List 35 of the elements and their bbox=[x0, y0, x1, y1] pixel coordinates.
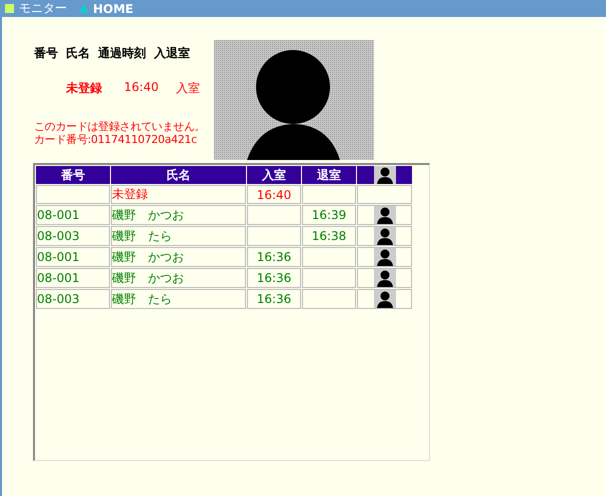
table-cell: 08-001 bbox=[37, 208, 80, 222]
column-label: 番号 bbox=[34, 45, 58, 62]
table-cell: 08-001 bbox=[37, 250, 80, 264]
table-cell: 16:36 bbox=[256, 271, 292, 285]
nav-link[interactable]: HOME bbox=[93, 2, 134, 16]
triangle-icon bbox=[79, 4, 89, 13]
column-label: 通過時刻 bbox=[98, 45, 146, 62]
table-cell: 16:36 bbox=[256, 250, 292, 264]
direction-text: 入室 bbox=[176, 80, 200, 97]
table-cell: 磯野 たら bbox=[112, 228, 172, 242]
table-cell: 16:39 bbox=[312, 208, 346, 222]
person-name: 未登録 bbox=[66, 80, 103, 97]
pass-time: 16:40 bbox=[124, 80, 160, 96]
table-cell: 磯野 たら bbox=[112, 292, 172, 306]
nav-link[interactable]: モニター bbox=[19, 0, 67, 17]
column-label: 入退室 bbox=[154, 45, 190, 62]
table-cell: 16:38 bbox=[312, 229, 346, 243]
column-header: 番号 bbox=[36, 166, 110, 184]
message-text: カード番号:01174110720a421c bbox=[34, 133, 198, 146]
table-cell: 磯野 かつお bbox=[112, 208, 184, 222]
table-cell: 08-003 bbox=[37, 292, 80, 306]
column-header: 入室 bbox=[247, 166, 301, 184]
table-cell: 08-001 bbox=[37, 271, 80, 285]
table-cell: 磯野 かつお bbox=[112, 270, 184, 284]
table-cell: 磯野 かつお bbox=[112, 250, 184, 264]
person-icon bbox=[374, 166, 396, 184]
table-cell: 未登録 bbox=[112, 187, 148, 201]
column-label: 氏名 bbox=[66, 45, 90, 62]
table-cell: 08-003 bbox=[37, 229, 80, 243]
table-cell: 16:40 bbox=[256, 188, 292, 202]
message-text: このカードは登録されていません。 bbox=[34, 120, 206, 133]
table-cell: 16:36 bbox=[256, 292, 292, 306]
column-header: 退室 bbox=[302, 166, 356, 184]
square-icon bbox=[5, 4, 14, 13]
column-header: 氏名 bbox=[111, 166, 246, 184]
